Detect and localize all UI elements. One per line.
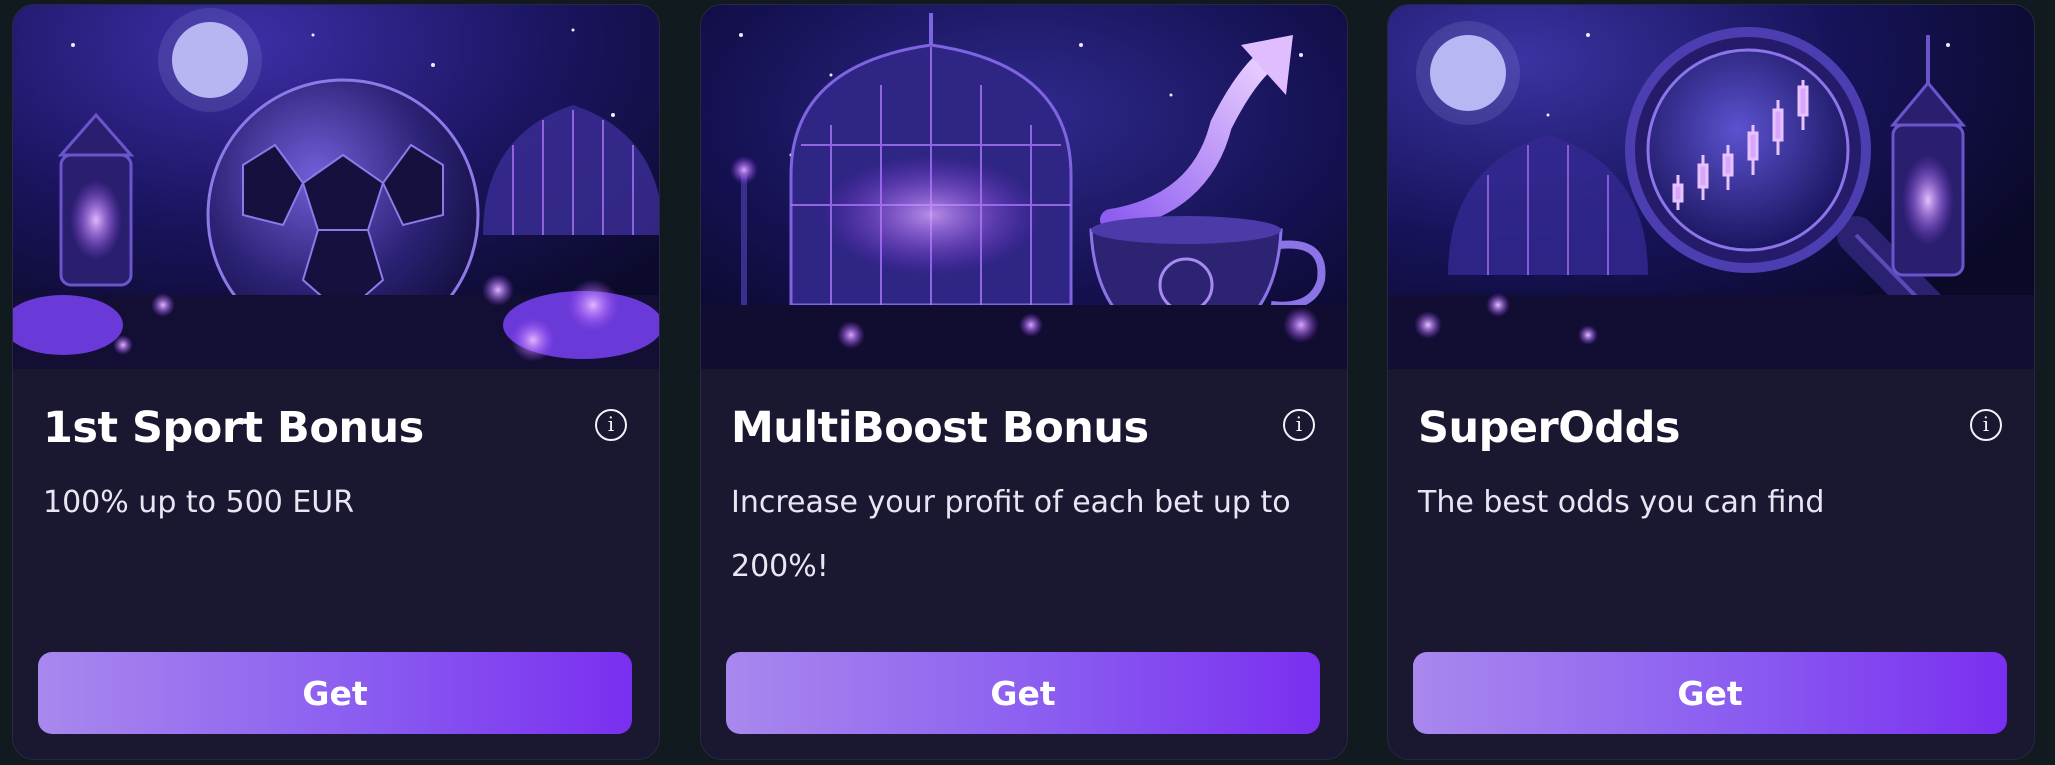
card-title: MultiBoost Bonus — [731, 403, 1149, 453]
info-icon[interactable]: i — [595, 409, 627, 441]
bonus-card-superodds: SuperOdds i The best odds you can find G… — [1387, 4, 2035, 760]
greenhouse-banner-image — [701, 5, 1347, 369]
football-banner-image — [13, 5, 659, 369]
card-title: 1st Sport Bonus — [43, 403, 424, 453]
get-button[interactable]: Get — [1413, 652, 2007, 734]
magnifier-banner-image — [1388, 5, 2034, 369]
info-icon[interactable]: i — [1970, 409, 2002, 441]
get-button[interactable]: Get — [38, 652, 632, 734]
get-button[interactable]: Get — [726, 652, 1320, 734]
card-description: 100% up to 500 EUR — [43, 485, 355, 520]
info-icon[interactable]: i — [1283, 409, 1315, 441]
card-description: The best odds you can find — [1418, 485, 1825, 520]
bonus-card-sport: 1st Sport Bonus i 100% up to 500 EUR Get — [12, 4, 660, 760]
card-title: SuperOdds — [1418, 403, 1680, 453]
card-description: Increase your profit of each bet up to 2… — [731, 485, 1291, 584]
bonus-card-multiboost: MultiBoost Bonus i Increase your profit … — [700, 4, 1348, 760]
